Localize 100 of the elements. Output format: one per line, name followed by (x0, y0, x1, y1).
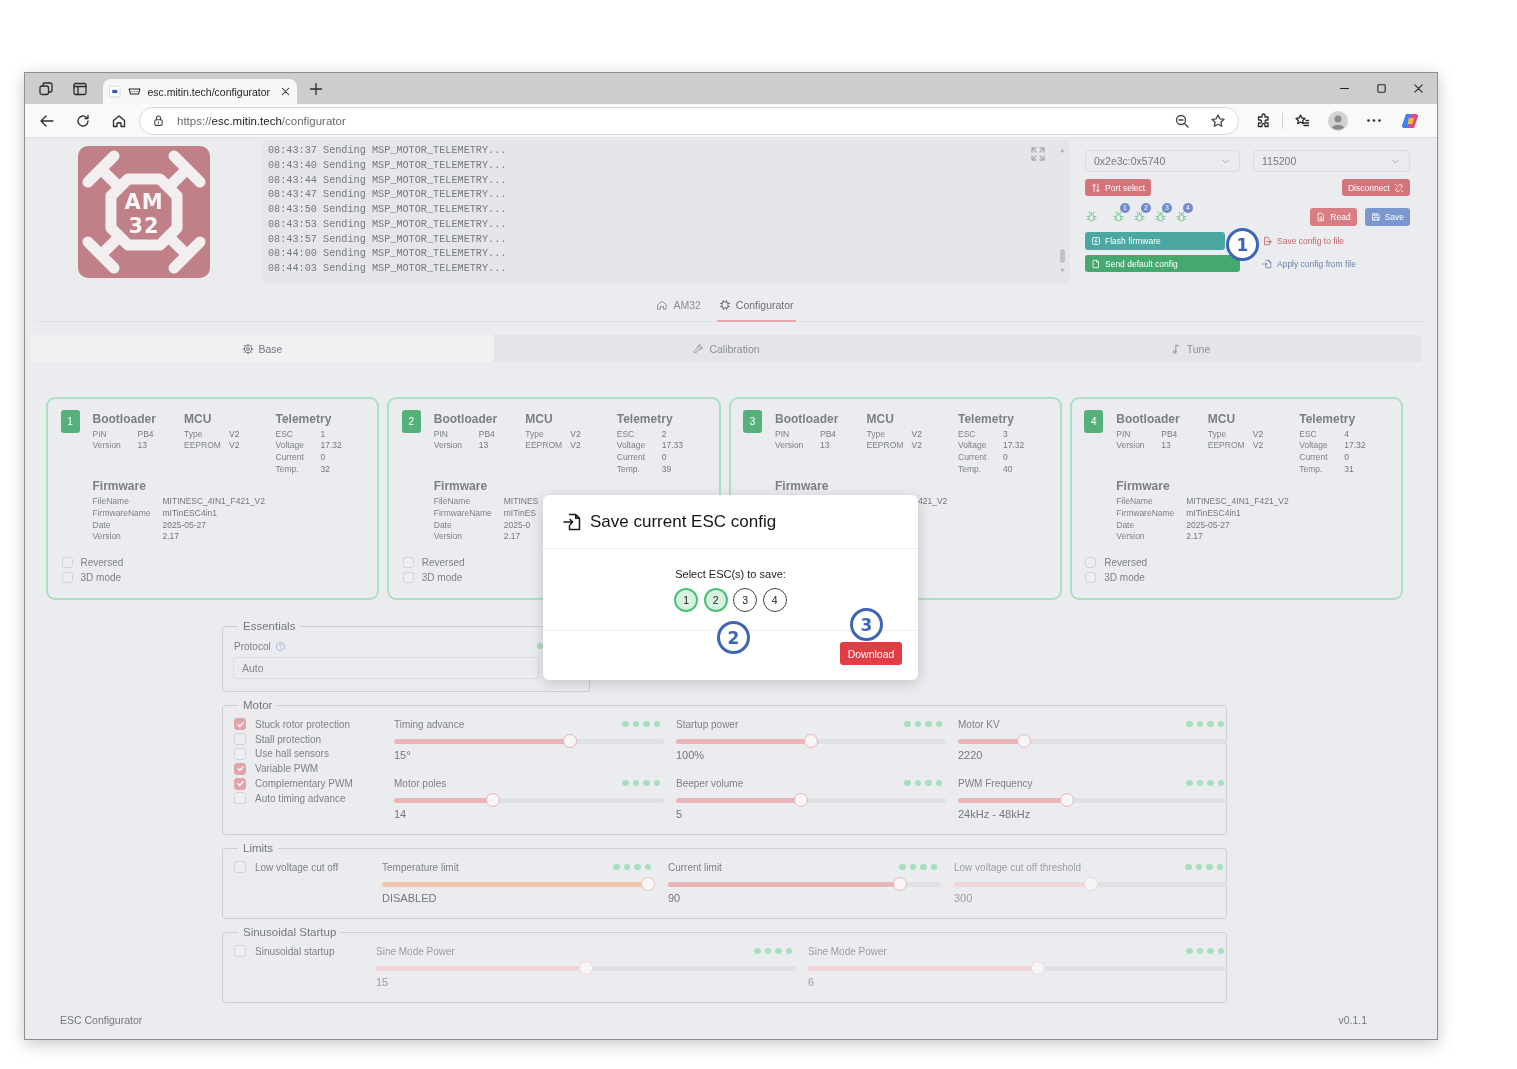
esc-toggle[interactable]: 4 (762, 588, 787, 612)
info-value: PB4 (137, 428, 154, 441)
slider-thumb[interactable] (1016, 734, 1031, 748)
bug-icon[interactable] (1085, 210, 1098, 223)
checkbox[interactable] (234, 777, 246, 790)
checkbox[interactable] (234, 718, 246, 731)
status-dot-icon (1186, 720, 1193, 728)
browser-tab[interactable]: esc.mitin.tech/configurator (103, 79, 297, 104)
gear-icon (241, 342, 254, 355)
slider-value: 14 (394, 807, 407, 821)
info-value: 2 (661, 428, 667, 441)
disconnect-button[interactable]: Disconnect (1341, 179, 1410, 196)
slider-track[interactable] (808, 961, 1228, 975)
esc-toggle[interactable]: 2 (703, 588, 728, 612)
slider-track[interactable] (676, 734, 946, 748)
slider-track[interactable] (376, 961, 796, 975)
section-heading: MCU (1207, 411, 1236, 426)
checkbox[interactable] (402, 557, 414, 569)
protocol-select[interactable]: Auto (233, 657, 539, 679)
info-label: Voltage (958, 440, 987, 452)
save-button[interactable]: Save (1364, 208, 1410, 226)
checkbox[interactable] (234, 762, 246, 775)
checkbox-label: Sinusoidal startup (255, 945, 335, 957)
arrows-up-down-icon (1091, 182, 1101, 193)
maximize-icon (1375, 82, 1388, 95)
info-label: Type (866, 428, 885, 441)
section-heading: Bootloader (433, 411, 498, 426)
slider-thumb[interactable] (1060, 793, 1075, 807)
info-label: EEPROM (1207, 440, 1245, 452)
sub-tab[interactable]: Calibration (494, 335, 958, 362)
help-icon[interactable] (274, 640, 286, 652)
esc-toggle[interactable]: 1 (674, 588, 699, 612)
checkbox[interactable] (1085, 557, 1097, 569)
slider-track[interactable] (394, 793, 664, 807)
nav-tab[interactable]: Configurator (716, 290, 796, 322)
checkbox[interactable] (1085, 572, 1097, 584)
save-config-to-file-link[interactable]: Save config to file (1262, 236, 1345, 246)
apply-config-from-file-link[interactable]: Apply config from file (1262, 258, 1356, 269)
slider-track[interactable] (676, 793, 946, 807)
info-value: V2 (570, 428, 581, 441)
checkbox[interactable] (234, 733, 246, 746)
checkbox[interactable] (234, 945, 246, 958)
port-select-button[interactable]: Port select (1085, 179, 1152, 196)
info-value: 0 (661, 451, 667, 464)
info-label: ESC (1299, 428, 1317, 441)
port-select[interactable]: 0x2e3c:0x5740 (1085, 150, 1240, 172)
checkbox[interactable] (234, 748, 246, 760)
bug-icon[interactable] (1154, 210, 1167, 223)
puzzle-icon (1256, 112, 1272, 129)
checkbox[interactable] (61, 572, 73, 584)
slider-label: Timing advance (394, 718, 465, 730)
checkbox[interactable] (234, 792, 246, 805)
star-icon (1210, 112, 1226, 129)
checkbox[interactable] (234, 861, 246, 874)
sub-tab[interactable]: Base (30, 335, 494, 362)
checkbox[interactable] (61, 557, 73, 569)
esc-toggle[interactable]: 3 (733, 588, 758, 612)
slider-value: 15 (376, 975, 389, 989)
info-value: 17.32 (320, 440, 342, 452)
vertical-tabs-icon (72, 80, 88, 97)
slider-track[interactable] (668, 877, 941, 891)
slider-thumb[interactable] (793, 793, 808, 807)
bug-icon[interactable] (1133, 210, 1146, 223)
flash-firmware-button[interactable]: Flash firmware (1085, 232, 1225, 250)
send-default-config-button[interactable]: Send default config (1085, 255, 1240, 272)
home-icon (656, 299, 669, 311)
sub-tab[interactable]: Tune (958, 335, 1422, 362)
slider-thumb[interactable] (486, 793, 501, 807)
checkbox-label: Use hall sensors (255, 748, 329, 760)
scroll-down-icon[interactable] (1058, 268, 1066, 273)
slider-track[interactable] (954, 877, 1227, 891)
check-icon (235, 719, 245, 729)
slider-track[interactable] (382, 877, 655, 891)
slider-value: 100% (676, 748, 705, 762)
checkbox[interactable] (402, 572, 414, 584)
slider-track[interactable] (394, 734, 664, 748)
info-label: FileName (1116, 496, 1153, 508)
baud-select[interactable]: 115200 (1253, 150, 1410, 172)
info-value: 17.32 (1344, 440, 1366, 452)
log-line: 08:44:00 Sending MSP_MOTOR_TELEMETRY... (268, 247, 508, 262)
slider-thumb[interactable] (562, 734, 577, 748)
slider-value: 24kHz - 48kHz (958, 807, 1031, 821)
slider-thumb[interactable] (893, 877, 908, 891)
bug-icon[interactable] (1175, 210, 1188, 223)
scrollbar-thumb[interactable] (1059, 249, 1065, 263)
scroll-up-icon[interactable] (1058, 148, 1066, 153)
bug-icon[interactable] (1112, 210, 1125, 223)
slider-thumb[interactable] (804, 734, 818, 748)
expand-button[interactable] (1030, 146, 1046, 162)
status-dot-icon (904, 779, 911, 787)
download-button[interactable]: Download (840, 642, 902, 665)
nav-tab[interactable]: AM32 (654, 290, 703, 322)
slider-track[interactable] (958, 734, 1228, 748)
slider-thumb[interactable] (641, 877, 655, 891)
read-button[interactable]: Read (1310, 208, 1357, 226)
info-value: 0 (1344, 451, 1349, 464)
address-bar[interactable]: https://esc.mitin.tech/configurator (139, 106, 1239, 135)
status-dot-icon (622, 720, 629, 728)
status-dot-icon (643, 720, 650, 728)
slider-track[interactable] (958, 793, 1228, 807)
